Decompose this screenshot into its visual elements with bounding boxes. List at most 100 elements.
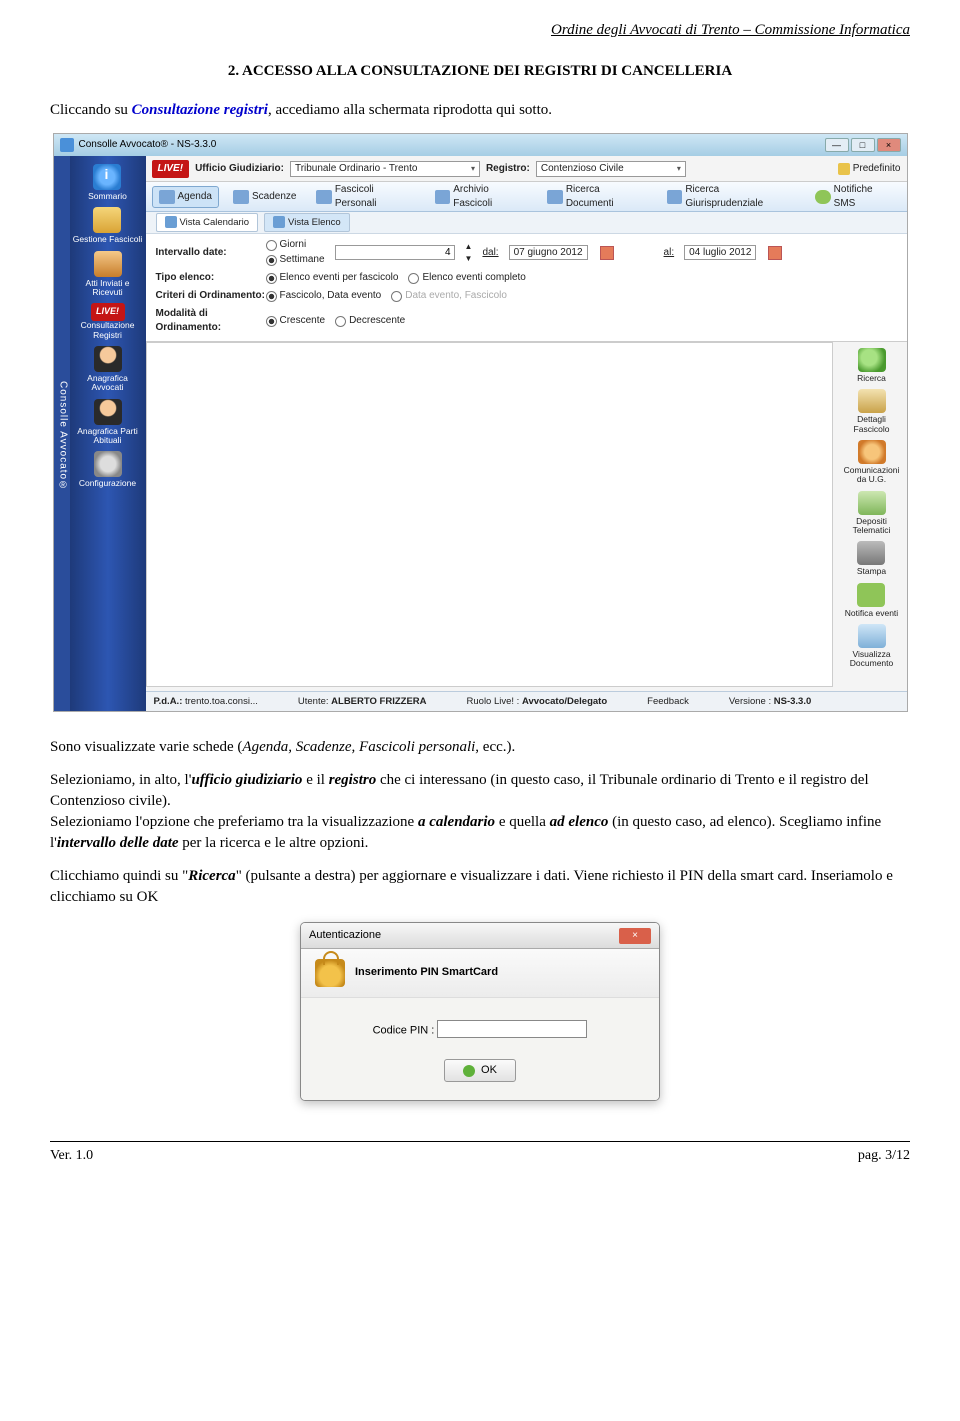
status-versione: Versione : NS-3.3.0	[729, 695, 811, 708]
document-icon	[94, 251, 122, 277]
registro-label: Registro:	[486, 162, 530, 176]
status-feedback[interactable]: Feedback	[647, 695, 689, 708]
stampa-button[interactable]: Stampa	[857, 539, 886, 578]
window-title: Consolle Avvocato® - NS-3.3.0	[79, 138, 217, 152]
section-title: 2. ACCESSO ALLA CONSULTAZIONE DEI REGIST…	[50, 61, 910, 82]
txt: , ecc.).	[475, 739, 515, 755]
status-pda: P.d.A.: trento.toa.consi...	[154, 695, 258, 708]
crit-label: Criteri di Ordinamento:	[156, 289, 266, 303]
tab-label: Archivio Fascicoli	[453, 183, 527, 211]
sidebar-item-gestione[interactable]: Gestione Fascicoli	[73, 205, 142, 246]
term-intervallo: intervallo delle date	[57, 835, 179, 851]
tab-scadenze[interactable]: Scadenze	[227, 187, 302, 207]
radio-crit-b[interactable]: Data evento, Fascicolo	[391, 289, 507, 303]
status-bar: P.d.A.: trento.toa.consi... Utente: ALBE…	[146, 691, 907, 711]
sidebar-item-anagrafica-parti[interactable]: Anagrafica Parti Abituali	[72, 397, 144, 448]
sidebar-item-consultazione[interactable]: LIVE!Consultazione Registri	[72, 301, 144, 342]
dialog-close-button[interactable]: ×	[619, 928, 651, 944]
notifica-button[interactable]: Notifica eventi	[845, 581, 898, 620]
pin-label: Codice PIN :	[373, 1025, 435, 1037]
ufficio-combo[interactable]: Tribunale Ordinario - Trento	[290, 161, 480, 177]
window-titlebar: Consolle Avvocato® - NS-3.3.0 — □ ×	[54, 134, 907, 156]
footer-page: pag. 3/12	[858, 1146, 910, 1166]
dialog-header: Inserimento PIN SmartCard	[301, 949, 659, 998]
dettagli-button[interactable]: Dettagli Fascicolo	[839, 387, 905, 436]
para-4: Clicchiamo quindi su "Ricerca" (pulsante…	[50, 866, 910, 908]
sidebar-item-sommario[interactable]: Sommario	[88, 162, 127, 203]
sidebar-label: Sommario	[88, 192, 127, 201]
tab-archivio[interactable]: Archivio Fascicoli	[429, 180, 534, 214]
ufficio-label: Ufficio Giudiziario:	[195, 162, 284, 176]
page-header: Ordine degli Avvocati di Trento – Commis…	[50, 20, 910, 41]
folder-icon	[316, 190, 331, 204]
print-icon	[857, 541, 885, 565]
radio-tipo-fascicolo[interactable]: Elenco eventi per fascicolo	[266, 271, 399, 285]
rt-label: Notifica eventi	[845, 609, 898, 618]
sidebar-item-atti[interactable]: Atti Inviati e Ricevuti	[72, 249, 144, 300]
live-icon: LIVE!	[91, 303, 125, 321]
calendar-icon[interactable]	[600, 246, 614, 260]
close-button[interactable]: ×	[877, 138, 901, 152]
comunicazioni-button[interactable]: Comunicazioni da U.G.	[839, 438, 905, 487]
depositi-button[interactable]: Depositi Telematici	[839, 489, 905, 538]
view-calendar-button[interactable]: Vista Calendario	[156, 213, 259, 232]
sidebar-item-config[interactable]: Configurazione	[79, 449, 136, 490]
intro-link: Consultazione registri	[132, 102, 268, 118]
ok-button[interactable]: OK	[444, 1059, 516, 1082]
maximize-button[interactable]: □	[851, 138, 875, 152]
tab-ricerca-doc[interactable]: Ricerca Documenti	[541, 180, 653, 214]
radio-giorni[interactable]: Giorni	[266, 238, 325, 252]
window-controls: — □ ×	[825, 138, 901, 152]
tab-notifiche-sms[interactable]: Notifiche SMS	[809, 180, 900, 214]
intro-paragraph: Cliccando su Consultazione registri, acc…	[50, 100, 910, 121]
radio-mod-decresc[interactable]: Decrescente	[335, 314, 405, 328]
calendar-icon[interactable]	[768, 246, 782, 260]
sidebar-label: Configurazione	[79, 479, 136, 488]
radio-tipo-completo[interactable]: Elenco eventi completo	[408, 271, 525, 285]
view-label: Vista Calendario	[180, 216, 250, 229]
status-ruolo: Ruolo Live! : Avvocato/Delegato	[467, 695, 608, 708]
sidebar-label: Consultazione Registri	[72, 321, 144, 340]
tab-label: Fascicoli Personali	[335, 183, 415, 211]
radio-crit-a[interactable]: Fascicolo, Data evento	[266, 289, 382, 303]
rt-label: Comunicazioni da U.G.	[839, 466, 905, 485]
brand-strip: Consolle Avvocato®	[54, 156, 70, 711]
tab-label: Notifiche SMS	[834, 183, 895, 211]
search-icon	[858, 348, 886, 372]
txt: Sono visualizzate varie schede (	[50, 739, 242, 755]
sidebar-label: Gestione Fascicoli	[73, 235, 142, 244]
al-label: al:	[664, 246, 675, 260]
term-registro: registro	[329, 772, 377, 788]
rt-label: Ricerca	[857, 374, 886, 383]
predef-label: Predefinito	[853, 162, 901, 176]
sidebar-label: Anagrafica Parti Abituali	[72, 427, 144, 446]
al-date[interactable]: 04 luglio 2012	[684, 245, 756, 260]
radio-settimane[interactable]: Settimane	[266, 253, 325, 267]
tab-ricerca-giur[interactable]: Ricerca Giurisprudenziale	[661, 180, 801, 214]
dal-date[interactable]: 07 giugno 2012	[509, 245, 588, 260]
interval-number-input[interactable]	[335, 245, 455, 260]
auth-dialog: Autenticazione × Inserimento PIN SmartCa…	[300, 922, 660, 1101]
predefinito-button[interactable]: Predefinito	[838, 162, 901, 176]
tab-agenda[interactable]: Agenda	[152, 186, 219, 208]
registro-combo[interactable]: Contenzioso Civile	[536, 161, 686, 177]
view-label: Vista Elenco	[288, 216, 341, 229]
view-list-button[interactable]: Vista Elenco	[264, 213, 350, 232]
rt-label: Depositi Telematici	[839, 517, 905, 536]
tab-label: Scadenze	[252, 190, 296, 204]
visualizza-button[interactable]: Visualizza Documento	[839, 622, 905, 671]
radio-mod-cresc[interactable]: Crescente	[266, 314, 326, 328]
comm-icon	[858, 440, 886, 464]
user-icon	[94, 346, 122, 372]
txt: Clicchiamo quindi su "	[50, 868, 188, 884]
pin-input[interactable]	[437, 1020, 587, 1038]
tab-label: Agenda	[178, 190, 212, 204]
tab-fascicoli[interactable]: Fascicoli Personali	[310, 180, 420, 214]
ricerca-button[interactable]: Ricerca	[857, 346, 886, 385]
gavel-icon	[667, 190, 682, 204]
sidebar-item-anagrafica-avv[interactable]: Anagrafica Avvocati	[72, 344, 144, 395]
minimize-button[interactable]: —	[825, 138, 849, 152]
txt: per la ricerca e le altre opzioni.	[179, 835, 369, 851]
term-ufficio: ufficio giudiziario	[191, 772, 302, 788]
app-screenshot: Consolle Avvocato® - NS-3.3.0 — □ × Cons…	[53, 133, 908, 712]
